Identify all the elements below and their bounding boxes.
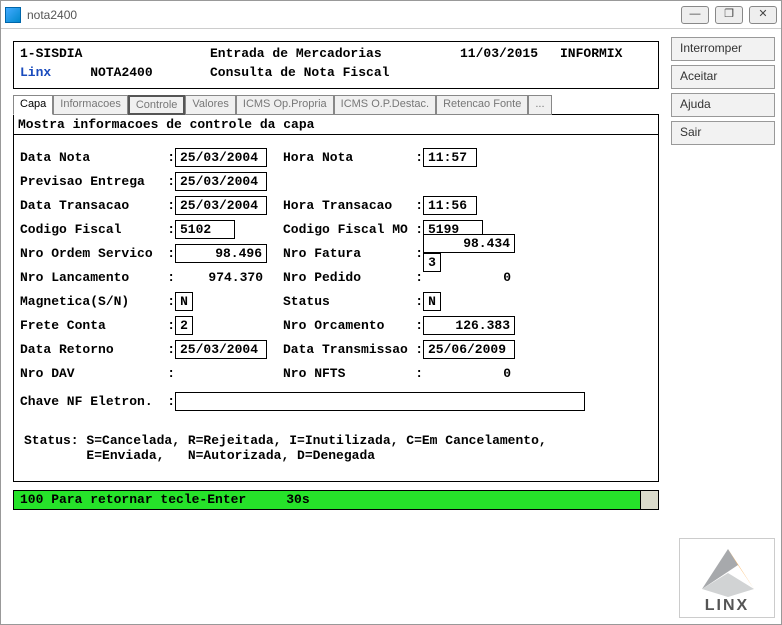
- tab-valores[interactable]: Valores: [185, 95, 235, 115]
- label-chave-nf: Chave NF Eletron.: [20, 394, 165, 409]
- header-vendor: Linx: [20, 65, 51, 80]
- label-data-transacao: Data Transacao: [20, 198, 165, 213]
- header-db: INFORMIX: [560, 46, 622, 61]
- field-data-transacao[interactable]: 25/03/2004: [175, 196, 267, 215]
- window-controls: — ❐ ✕: [681, 6, 777, 24]
- legend-line-1: Status: S=Cancelada, R=Rejeitada, I=Inut…: [24, 433, 648, 448]
- tab-more[interactable]: ...: [528, 95, 551, 115]
- ajuda-button[interactable]: Ajuda: [671, 93, 775, 117]
- label-frete-conta: Frete Conta: [20, 318, 165, 333]
- field-status[interactable]: N: [423, 292, 441, 311]
- value-nro-lancamento: 974.370: [175, 270, 267, 285]
- label-data-transmissao: Data Transmissao: [283, 342, 413, 357]
- tab-icms-destac[interactable]: ICMS O.P.Destac.: [334, 95, 436, 115]
- app-window: nota2400 — ❐ ✕ 1-SISDIA Entrada de Merca…: [0, 0, 782, 625]
- titlebar: nota2400 — ❐ ✕: [1, 1, 781, 29]
- tab-controle[interactable]: Controle: [128, 95, 186, 115]
- field-nro-fatura[interactable]: 98.434: [423, 234, 515, 253]
- label-hora-nota: Hora Nota: [283, 150, 413, 165]
- linx-logo-text: LINX: [680, 597, 774, 615]
- label-nro-pedido: Nro Pedido: [283, 270, 413, 285]
- tab-retencao[interactable]: Retencao Fonte: [436, 95, 528, 115]
- label-status: Status: [283, 294, 413, 309]
- field-data-retorno[interactable]: 25/03/2004: [175, 340, 267, 359]
- minimize-button[interactable]: —: [681, 6, 709, 24]
- tab-icms-propria[interactable]: ICMS Op.Propria: [236, 95, 334, 115]
- pane-title: Mostra informacoes de controle da capa: [14, 115, 658, 135]
- legend-line-2: E=Enviada, N=Autorizada, D=Denegada: [24, 448, 648, 463]
- field-data-nota[interactable]: 25/03/2004: [175, 148, 267, 167]
- status-message: 100 Para retornar tecle-Enter: [20, 492, 246, 508]
- label-nro-lancamento: Nro Lancamento: [20, 270, 165, 285]
- app-icon: [5, 7, 21, 23]
- status-bar: 100 Para retornar tecle-Enter 30s: [13, 490, 659, 510]
- status-timer: 30s: [286, 492, 309, 508]
- field-data-transmissao[interactable]: 25/06/2009: [423, 340, 515, 359]
- label-nro-ordem-servico: Nro Ordem Servico: [20, 246, 165, 261]
- label-codigo-fiscal-mo: Codigo Fiscal MO: [283, 222, 413, 237]
- label-magnetica: Magnetica(S/N): [20, 294, 165, 309]
- label-hora-transacao: Hora Transacao: [283, 198, 413, 213]
- field-codigo-fiscal[interactable]: 5102: [175, 220, 235, 239]
- label-data-nota: Data Nota: [20, 150, 165, 165]
- header-frame: 1-SISDIA Entrada de Mercadorias 11/03/20…: [13, 41, 659, 89]
- header-subtitle: Consulta de Nota Fiscal: [210, 65, 460, 80]
- status-legend: Status: S=Cancelada, R=Rejeitada, I=Inut…: [20, 427, 652, 475]
- header-system: 1-SISDIA: [20, 46, 210, 61]
- label-nro-nfts: Nro NFTS: [283, 366, 413, 381]
- value-nro-nfts: 0: [423, 366, 515, 381]
- controle-pane: Mostra informacoes de controle da capa D…: [13, 114, 659, 482]
- field-nro-ordem-servico[interactable]: 98.496: [175, 244, 267, 263]
- header-title: Entrada de Mercadorias: [210, 46, 460, 61]
- label-nro-orcamento: Nro Orcamento: [283, 318, 413, 333]
- main-panel: 1-SISDIA Entrada de Mercadorias 11/03/20…: [1, 29, 671, 624]
- aceitar-button[interactable]: Aceitar: [671, 65, 775, 89]
- close-button[interactable]: ✕: [749, 6, 777, 24]
- field-magnetica[interactable]: N: [175, 292, 193, 311]
- value-nro-pedido: 0: [423, 270, 515, 285]
- status-right-cell: [640, 491, 658, 509]
- field-hora-transacao[interactable]: 11:56: [423, 196, 477, 215]
- tab-capa[interactable]: Capa: [13, 95, 53, 115]
- interromper-button[interactable]: Interromper: [671, 37, 775, 61]
- header-date: 11/03/2015: [460, 46, 560, 61]
- sair-button[interactable]: Sair: [671, 121, 775, 145]
- label-data-retorno: Data Retorno: [20, 342, 165, 357]
- field-frete-conta[interactable]: 2: [175, 316, 193, 335]
- side-panel: Interromper Aceitar Ajuda Sair LINX: [671, 29, 781, 624]
- field-nro-orcamento[interactable]: 126.383: [423, 316, 515, 335]
- linx-logo-icon: [680, 539, 776, 599]
- label-nro-fatura: Nro Fatura: [283, 246, 413, 261]
- field-chave-nf[interactable]: [175, 392, 585, 411]
- label-codigo-fiscal: Codigo Fiscal: [20, 222, 165, 237]
- tab-informacoes[interactable]: Informacoes: [53, 95, 128, 115]
- linx-logo: LINX: [679, 538, 775, 618]
- content-area: 1-SISDIA Entrada de Mercadorias 11/03/20…: [1, 29, 781, 624]
- field-previsao-entrega[interactable]: 25/03/2004: [175, 172, 267, 191]
- window-title: nota2400: [27, 8, 681, 22]
- header-program: NOTA2400: [90, 65, 152, 80]
- tab-bar: Capa Informacoes Controle Valores ICMS O…: [13, 95, 659, 115]
- label-previsao-entrega: Previsao Entrega: [20, 174, 165, 189]
- label-nro-dav: Nro DAV: [20, 366, 165, 381]
- maximize-button[interactable]: ❐: [715, 6, 743, 24]
- pane-body: Data Nota: 25/03/2004 Hora Nota: 11:57 P…: [14, 135, 658, 481]
- field-hora-nota[interactable]: 11:57: [423, 148, 477, 167]
